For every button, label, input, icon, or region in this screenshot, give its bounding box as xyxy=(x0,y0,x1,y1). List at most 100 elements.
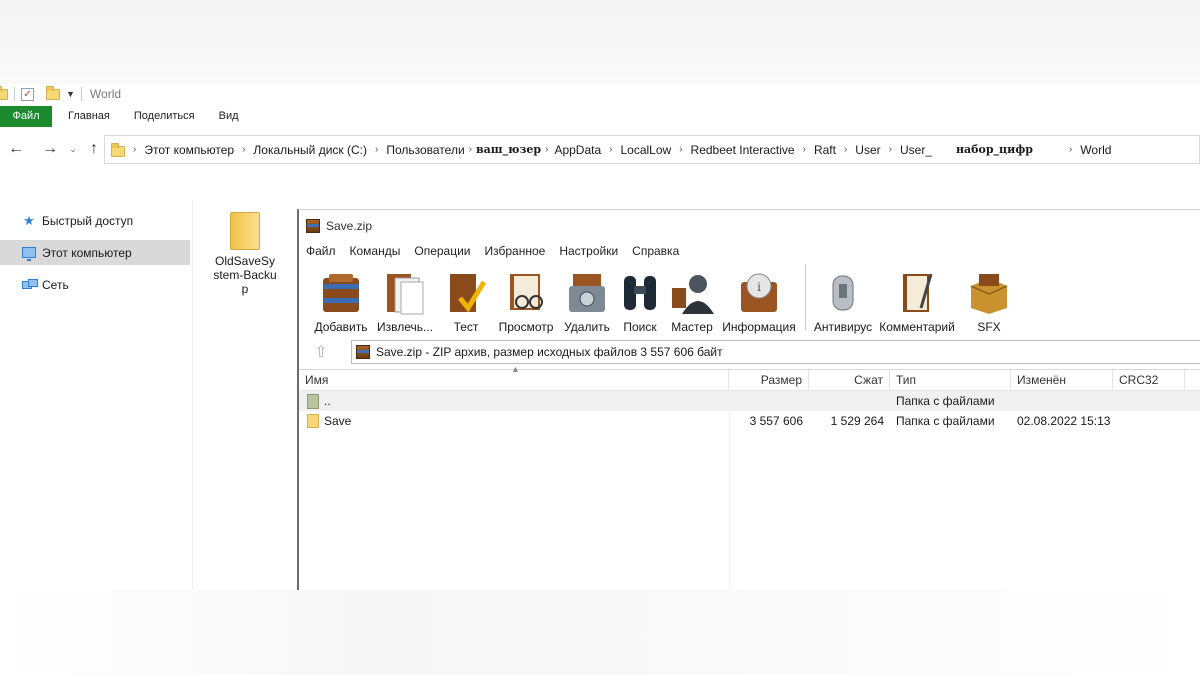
row-type: Папка с файлами xyxy=(896,394,995,408)
winrar-menu-bar: Файл Команды Операции Избранное Настройк… xyxy=(299,242,1200,260)
back-arrow-icon[interactable]: ← xyxy=(4,140,28,158)
winrar-path-row: ⇧ Save.zip - ZIP архив, размер исходных … xyxy=(299,338,1200,366)
column-size[interactable]: Размер xyxy=(729,370,809,391)
chevron-right-icon[interactable]: › xyxy=(133,144,136,155)
customize-toolbar-icon[interactable]: ▼ xyxy=(66,89,75,99)
parent-folder-icon xyxy=(307,393,319,409)
menu-favorites[interactable]: Избранное xyxy=(485,244,546,258)
breadcrumb-users[interactable]: Пользователи xyxy=(386,143,464,157)
winrar-title: Save.zip xyxy=(326,219,373,233)
sfx-button[interactable]: SFX xyxy=(960,269,1018,334)
view-glasses-icon xyxy=(504,269,548,317)
blurred-top-area xyxy=(0,0,1200,84)
blurred-bottom-area xyxy=(0,590,1200,675)
nav-this-pc[interactable]: Этот компьютер xyxy=(0,240,190,265)
comment-button[interactable]: Комментарий xyxy=(876,269,958,334)
archive-books-icon xyxy=(319,269,363,317)
separator xyxy=(80,87,82,101)
breadcrumb-local-disk[interactable]: Локальный диск (C:) xyxy=(253,143,367,157)
column-modified[interactable]: Изменён xyxy=(1011,370,1113,391)
row-name: Save xyxy=(324,414,352,428)
menu-commands[interactable]: Команды xyxy=(350,244,401,258)
nav-network[interactable]: Сеть xyxy=(0,272,190,297)
breadcrumb-user-id[interactable]: User_ xyxy=(900,143,932,157)
row-modified xyxy=(1011,391,1113,411)
properties-check-icon[interactable]: ✓ xyxy=(21,87,34,101)
breadcrumb-user-folder[interactable]: User xyxy=(855,143,880,157)
breadcrumb-appdata[interactable]: AppData xyxy=(554,143,601,157)
column-packed[interactable]: Сжат xyxy=(809,370,890,391)
breadcrumb-redbeet[interactable]: Redbeet Interactive xyxy=(691,143,795,157)
menu-operations[interactable]: Операции xyxy=(414,244,470,258)
chevron-right-icon[interactable]: › xyxy=(803,144,806,155)
breadcrumb-this-pc[interactable]: Этот компьютер xyxy=(144,143,234,157)
row-packed: 1 529 264 xyxy=(830,414,884,428)
computer-icon xyxy=(22,247,36,261)
view-button[interactable]: Просмотр xyxy=(495,269,557,334)
tab-view[interactable]: Вид xyxy=(207,106,251,127)
up-arrow-icon[interactable]: ↑ xyxy=(82,140,106,158)
folder-icon xyxy=(307,414,319,428)
folder-icon xyxy=(230,212,260,250)
table-row[interactable]: .. Папка с файлами xyxy=(299,391,1200,411)
find-button[interactable]: Поиск xyxy=(617,269,663,334)
up-level-arrow-icon[interactable]: ⇧ xyxy=(299,342,343,362)
folder-item[interactable]: OldSaveSystem-Backup xyxy=(212,212,278,296)
wizard-button[interactable]: Мастер xyxy=(665,269,719,334)
forward-arrow-icon[interactable]: → xyxy=(38,140,62,158)
sfx-box-icon xyxy=(967,269,1011,317)
winrar-title-bar: Save.zip xyxy=(299,210,1200,242)
tab-share[interactable]: Поделиться xyxy=(122,106,207,127)
menu-settings[interactable]: Настройки xyxy=(559,244,618,258)
pane-divider xyxy=(192,200,193,590)
breadcrumb-raft[interactable]: Raft xyxy=(814,143,836,157)
recent-locations-chevron-icon[interactable]: ⌄ xyxy=(66,144,80,155)
wizard-person-icon xyxy=(670,269,714,317)
chevron-right-icon[interactable]: › xyxy=(1069,144,1072,155)
antivirus-button[interactable]: Антивирус xyxy=(812,269,874,334)
new-folder-icon[interactable] xyxy=(46,85,60,100)
add-button[interactable]: Добавить xyxy=(311,269,371,334)
winrar-archive-icon xyxy=(306,219,320,233)
address-bar[interactable]: › Этот компьютер › Локальный диск (C:) ›… xyxy=(104,135,1200,164)
extract-button[interactable]: Извлечь... xyxy=(373,269,437,334)
delete-button[interactable]: Удалить xyxy=(559,269,615,334)
chevron-right-icon[interactable]: › xyxy=(844,144,847,155)
menu-file[interactable]: Файл xyxy=(306,244,336,258)
menu-help[interactable]: Справка xyxy=(632,244,679,258)
tab-file[interactable]: Файл xyxy=(0,106,52,127)
chevron-right-icon[interactable]: › xyxy=(679,144,682,155)
breadcrumb-user[interactable]: ваш_юзер xyxy=(476,143,541,156)
table-row[interactable]: Save 3 557 606 1 529 264 Папка с файлами… xyxy=(299,411,1200,431)
chevron-right-icon[interactable]: › xyxy=(469,144,472,155)
row-packed xyxy=(809,391,890,411)
chevron-right-icon[interactable]: › xyxy=(609,144,612,155)
file-list: ▲ Имя Размер Сжат Тип Изменён CRC32 .. П… xyxy=(299,364,1200,591)
window-title: World xyxy=(89,87,122,101)
chevron-right-icon[interactable]: › xyxy=(375,144,378,155)
test-button[interactable]: Тест xyxy=(439,269,493,334)
column-type[interactable]: Тип xyxy=(890,370,1011,391)
comment-book-pen-icon xyxy=(895,269,939,317)
navigation-row: ← → ⌄ ↑ › Этот компьютер › Локальный дис… xyxy=(0,134,1200,164)
chevron-right-icon[interactable]: › xyxy=(242,144,245,155)
info-button[interactable]: i Информация xyxy=(721,269,797,334)
column-crc32[interactable]: CRC32 xyxy=(1113,370,1185,391)
winrar-toolbar: Добавить Извлечь... Тест Просмотр Удалит… xyxy=(299,260,1200,336)
chevron-right-icon[interactable]: › xyxy=(545,144,548,155)
chevron-right-icon[interactable]: › xyxy=(889,144,892,155)
archive-icon xyxy=(356,345,370,359)
find-binoculars-icon xyxy=(618,269,662,317)
star-icon: ★ xyxy=(23,212,35,228)
nav-quick-access-label: Быстрый доступ xyxy=(42,213,134,228)
archive-path-field[interactable]: Save.zip - ZIP архив, размер исходных фа… xyxy=(351,340,1200,364)
breadcrumb-world[interactable]: World xyxy=(1080,143,1111,157)
file-list-header: ▲ Имя Размер Сжат Тип Изменён CRC32 xyxy=(299,364,1200,391)
breadcrumb-number-set[interactable]: набор_цифр xyxy=(956,143,1033,156)
breadcrumb-locallow[interactable]: LocalLow xyxy=(620,143,671,157)
row-type: Папка с файлами xyxy=(896,414,995,428)
nav-quick-access[interactable]: ★ Быстрый доступ xyxy=(0,208,190,233)
tab-home[interactable]: Главная xyxy=(56,106,122,127)
test-checkmark-icon xyxy=(444,269,488,317)
nav-this-pc-label: Этот компьютер xyxy=(42,245,132,260)
